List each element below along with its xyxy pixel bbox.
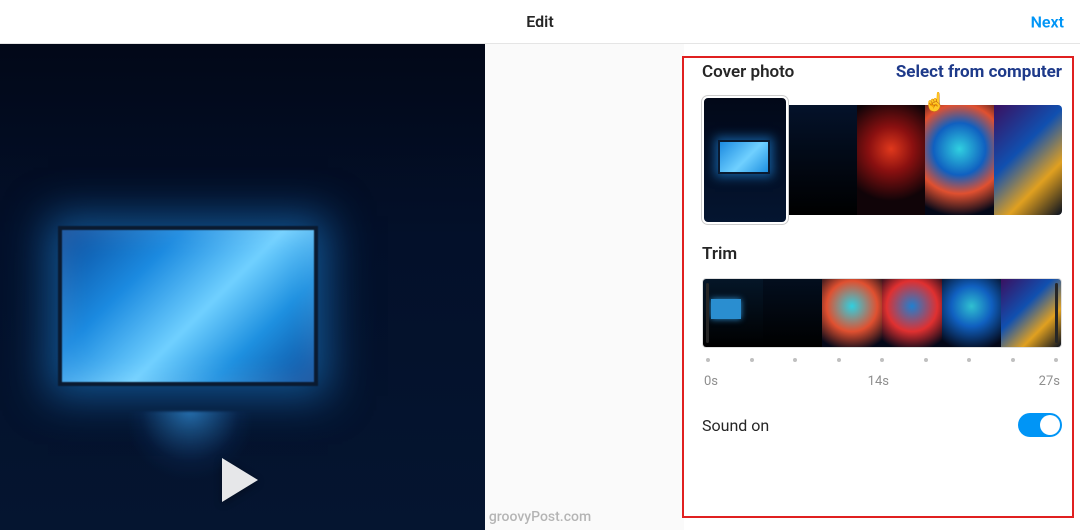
spacer: groovyPost.com — [485, 44, 684, 530]
cover-frame[interactable] — [925, 105, 994, 215]
tick-dot — [880, 358, 884, 362]
tick-dot — [706, 358, 710, 362]
toggle-knob — [1040, 415, 1060, 435]
video-preview-pane — [0, 44, 485, 530]
trim-frame — [822, 279, 882, 347]
sound-label: Sound on — [702, 416, 769, 435]
trim-frame — [882, 279, 942, 347]
cover-frame[interactable] — [857, 105, 926, 215]
next-button[interactable]: Next — [1031, 12, 1064, 31]
cover-frame-strip — [702, 96, 1062, 224]
tick-dot — [750, 358, 754, 362]
dialog-header: Edit Next — [0, 0, 1080, 44]
cover-frame-selected[interactable] — [702, 96, 788, 224]
video-controls-pane: Cover photo Select from computer Trim — [684, 44, 1080, 530]
select-from-computer-link[interactable]: Select from computer — [896, 62, 1062, 82]
tick-dot — [924, 358, 928, 362]
trim-tick-start: 0s — [704, 374, 718, 389]
preview-stage-screen — [58, 226, 318, 386]
trim-frame — [942, 279, 1002, 347]
trim-label: Trim — [702, 244, 1062, 264]
trim-handle-end[interactable] — [1055, 283, 1058, 343]
trim-tick-end: 27s — [1039, 374, 1060, 389]
trim-handle-start[interactable] — [706, 283, 709, 343]
dialog-title: Edit — [526, 12, 553, 31]
dialog-content: groovyPost.com Cover photo Select from c… — [0, 44, 1080, 530]
trim-frame — [703, 279, 763, 347]
trim-frame — [1001, 279, 1061, 347]
trim-strip[interactable] — [702, 278, 1062, 348]
tick-dot — [793, 358, 797, 362]
preview-light-beam — [91, 411, 288, 528]
trim-ticks — [702, 358, 1062, 362]
cover-frame-rest — [788, 105, 1062, 215]
cover-photo-label: Cover photo — [702, 62, 794, 82]
tick-dot — [967, 358, 971, 362]
sound-toggle[interactable] — [1018, 413, 1062, 437]
cover-frame[interactable] — [788, 105, 857, 215]
trim-tick-labels: 0s 14s 27s — [702, 374, 1062, 389]
sound-row: Sound on — [702, 413, 1062, 437]
trim-tick-mid: 14s — [868, 374, 889, 389]
tick-dot — [1054, 358, 1058, 362]
tick-dot — [837, 358, 841, 362]
trim-frame — [763, 279, 823, 347]
play-icon[interactable] — [222, 458, 258, 502]
tick-dot — [1011, 358, 1015, 362]
cover-frame[interactable] — [994, 105, 1063, 215]
cover-header-row: Cover photo Select from computer — [702, 62, 1062, 82]
watermark-text: groovyPost.com — [489, 509, 591, 525]
